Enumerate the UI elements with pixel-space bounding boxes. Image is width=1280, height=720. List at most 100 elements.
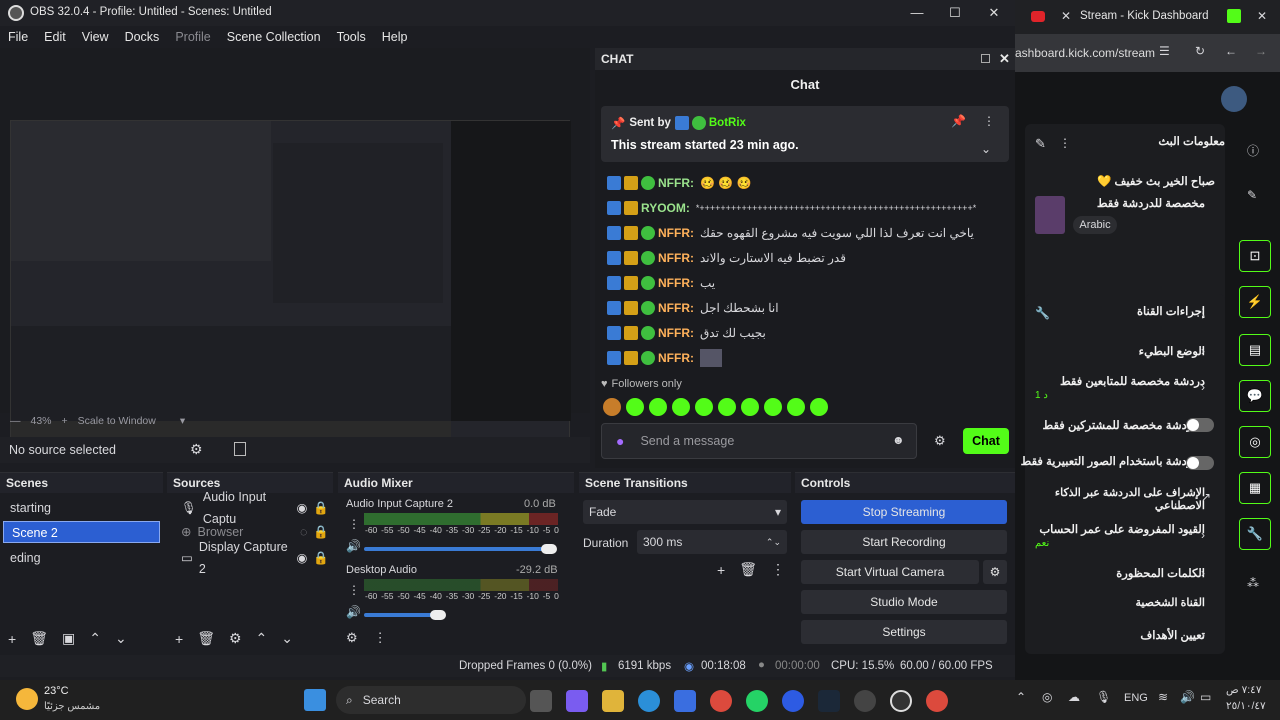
- trash-icon[interactable]: 🗑: [197, 630, 215, 647]
- flash-icon[interactable]: ⚡: [1239, 286, 1271, 318]
- gear-icon[interactable]: ⚙: [934, 433, 946, 449]
- clock-time[interactable]: ٧:٤٧ ص: [1226, 684, 1261, 696]
- row-banned-words[interactable]: الكلمات المحظورة: [1015, 566, 1205, 596]
- weather-desc[interactable]: مشمس جزئيًا: [44, 701, 100, 712]
- more-icon[interactable]: ⋮: [348, 583, 360, 597]
- chevron-right-icon[interactable]: ›: [1201, 628, 1205, 642]
- close-button[interactable]: ✕: [974, 0, 1014, 26]
- emoji-icon[interactable]: ☻: [892, 433, 905, 447]
- language-indicator[interactable]: ENG: [1124, 692, 1148, 704]
- pinned-user[interactable]: BotRix: [709, 117, 746, 129]
- chat-send-button[interactable]: Chat: [963, 428, 1009, 454]
- more-icon[interactable]: ⋮: [374, 630, 387, 646]
- zoom-out-button[interactable]: —: [10, 415, 21, 427]
- menu-tools[interactable]: Tools: [337, 30, 366, 44]
- filter-icon[interactable]: [234, 442, 246, 456]
- cloud-icon[interactable]: ☁: [1068, 690, 1080, 704]
- reload-icon[interactable]: ↻: [1195, 44, 1205, 58]
- info-icon[interactable]: ⓘ: [1247, 142, 1259, 159]
- edge-icon[interactable]: [638, 690, 660, 712]
- volume-slider-knob[interactable]: [430, 610, 446, 620]
- scene-item[interactable]: starting: [2, 497, 160, 519]
- subscribers-only-toggle[interactable]: [1186, 418, 1214, 432]
- close-icon[interactable]: ✕: [1061, 9, 1071, 23]
- chevron-right-icon[interactable]: ›: [1201, 380, 1205, 394]
- whatsapp-icon[interactable]: [746, 690, 768, 712]
- back-icon[interactable]: ←: [1225, 44, 1237, 58]
- document-icon[interactable]: ▤: [1239, 334, 1271, 366]
- maximize-button[interactable]: ☐: [935, 0, 975, 26]
- source-item[interactable]: ▭ Display Capture 2 ◉ 🔒: [173, 540, 329, 576]
- broadcast-icon[interactable]: ◎: [1239, 426, 1271, 458]
- source-item[interactable]: 🎙 Audio Input Captu ◉ 🔒: [173, 490, 329, 526]
- menu-edit[interactable]: Edit: [44, 30, 66, 44]
- edit-icon[interactable]: ✎: [1247, 188, 1257, 202]
- chevron-down-icon[interactable]: ⌄: [281, 630, 293, 647]
- menu-help[interactable]: Help: [382, 30, 408, 44]
- more-icon[interactable]: ⋮: [771, 561, 785, 578]
- gear-icon[interactable]: ⚙: [983, 560, 1007, 584]
- gear-icon[interactable]: ⚙: [190, 441, 203, 458]
- weather-icon[interactable]: [16, 688, 38, 710]
- send-message-input[interactable]: ● Send a message ☻: [601, 423, 917, 459]
- trash-icon[interactable]: 🗑: [739, 561, 757, 578]
- windows-start-icon[interactable]: [304, 689, 326, 711]
- row-subscribers-only[interactable]: الدردشة مخصصة للمشتركين فقط: [1015, 418, 1205, 448]
- more-icon[interactable]: ⋮: [983, 114, 995, 128]
- zoom-icon[interactable]: [782, 690, 804, 712]
- obs-icon[interactable]: [890, 690, 912, 712]
- volume-slider-knob[interactable]: [541, 544, 557, 554]
- chevron-down-icon[interactable]: ⌄: [115, 630, 127, 647]
- add-icon[interactable]: +: [175, 631, 183, 647]
- copilot-icon[interactable]: [566, 690, 588, 712]
- up-icon[interactable]: ⌃: [256, 630, 268, 647]
- chrome-icon[interactable]: [926, 690, 948, 712]
- stop-streaming-button[interactable]: Stop Streaming: [801, 500, 1007, 524]
- scene-item[interactable]: eding: [2, 547, 160, 569]
- add-icon[interactable]: +: [717, 562, 725, 578]
- pin-toggle-icon[interactable]: 📌: [951, 114, 966, 128]
- tab-title[interactable]: Stream - Kick Dashboard: [1080, 10, 1208, 22]
- youtube-icon[interactable]: [1031, 11, 1045, 22]
- battery-icon[interactable]: ▭: [1200, 690, 1211, 704]
- add-icon[interactable]: +: [8, 631, 16, 647]
- chevron-right-icon[interactable]: ›: [1201, 528, 1205, 542]
- up-icon[interactable]: ⌃: [89, 630, 101, 647]
- url-text[interactable]: ashboard.kick.com/stream: [1015, 46, 1155, 60]
- menu-docks[interactable]: Docks: [125, 30, 160, 44]
- mic-icon[interactable]: 🎙: [1096, 690, 1111, 704]
- row-goals[interactable]: تعيين الأهداف: [1015, 628, 1205, 658]
- app-icon[interactable]: [854, 690, 876, 712]
- zoom-mode[interactable]: Scale to Window: [78, 415, 156, 427]
- address-bar[interactable]: ashboard.kick.com/stream ☰ ↻ ← →: [1015, 34, 1280, 72]
- gear-icon[interactable]: ⚙: [229, 630, 242, 647]
- duration-spinbox[interactable]: 300 ms ⌃⌄: [637, 530, 787, 554]
- row-emotes-only[interactable]: الدردشة باستخدام الصور التعبيرية فقط: [1015, 454, 1205, 484]
- external-link-icon[interactable]: ↗: [1201, 490, 1211, 504]
- menu-scene-collection[interactable]: Scene Collection: [227, 30, 321, 44]
- volume-slider[interactable]: [364, 547, 548, 551]
- start-recording-button[interactable]: Start Recording: [801, 530, 1007, 554]
- chevron-down-icon[interactable]: ⌄: [981, 142, 991, 156]
- forward-icon[interactable]: →: [1255, 44, 1267, 58]
- studio-mode-button[interactable]: Studio Mode: [801, 590, 1007, 614]
- emotes-only-toggle[interactable]: [1186, 456, 1214, 470]
- store-icon[interactable]: [674, 690, 696, 712]
- avatar[interactable]: [1221, 86, 1247, 112]
- frame-icon[interactable]: ⊡: [1239, 240, 1271, 272]
- transition-select[interactable]: Fade ▾: [583, 500, 787, 524]
- layout-icon[interactable]: ▦: [1239, 472, 1271, 504]
- row-ai-moderation[interactable]: الإشراف على الدردشة عبر الذكاء الاصطناعي: [1015, 486, 1205, 520]
- scene-item[interactable]: Scene 2: [3, 521, 160, 543]
- popout-icon[interactable]: [981, 54, 990, 63]
- wifi-icon[interactable]: ≋: [1158, 690, 1168, 704]
- menu-profile[interactable]: Profile: [175, 30, 210, 44]
- volume-icon[interactable]: 🔊: [1180, 690, 1195, 704]
- row-slow-mode[interactable]: الوضع البطيء: [1015, 344, 1205, 374]
- task-view-icon[interactable]: [530, 690, 552, 712]
- menu-view[interactable]: View: [82, 30, 109, 44]
- settings-button[interactable]: Settings: [801, 620, 1007, 644]
- speaker-icon[interactable]: 🔊: [346, 605, 361, 619]
- close-icon[interactable]: ✕: [999, 51, 1010, 67]
- filter-icon[interactable]: ▣: [62, 630, 75, 647]
